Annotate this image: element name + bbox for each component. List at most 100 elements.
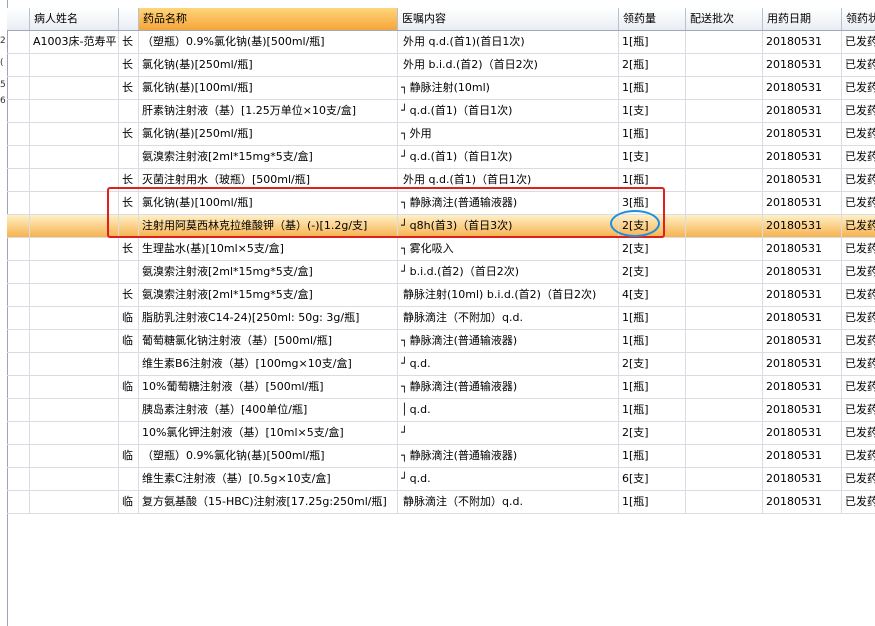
patient-name-cell[interactable] xyxy=(30,491,119,514)
delivery-batch-cell[interactable] xyxy=(686,353,763,376)
order-type-cell[interactable]: 长 xyxy=(119,77,139,100)
status-cell[interactable]: 已发药 xyxy=(842,54,875,77)
header-order-type[interactable] xyxy=(119,8,139,30)
quantity-cell[interactable]: 1[瓶] xyxy=(619,376,686,399)
header-drug-name[interactable]: 药品名称 xyxy=(139,8,398,30)
drug-name-cell[interactable]: 氨溴索注射液[2ml*15mg*5支/盒] xyxy=(139,146,398,169)
table-row[interactable]: 长氯化钠(基)[100ml/瓶] ┐ 静脉滴注(普通输液器) 3[瓶] 20180531… xyxy=(7,192,875,215)
drug-name-cell[interactable]: 氯化钠(基)[250ml/瓶] xyxy=(139,123,398,146)
order-type-cell[interactable]: 临 xyxy=(119,330,139,353)
status-cell[interactable]: 已发药 xyxy=(842,284,875,307)
drug-name-cell[interactable]: 生理盐水(基)[10ml×5支/盒] xyxy=(139,238,398,261)
delivery-batch-cell[interactable] xyxy=(686,422,763,445)
drug-name-cell[interactable]: 维生素C注射液（基）[0.5g×10支/盒] xyxy=(139,468,398,491)
quantity-cell[interactable]: 1[瓶] xyxy=(619,445,686,468)
order-type-cell[interactable]: 长 xyxy=(119,123,139,146)
order-type-cell[interactable]: 长 xyxy=(119,54,139,77)
quantity-cell[interactable]: 1[瓶] xyxy=(619,491,686,514)
order-content-cell[interactable]: ┘ q8h(首3)（首日3次) xyxy=(398,215,619,238)
order-content-cell[interactable]: ┐ 静脉滴注(普通输液器) xyxy=(398,376,619,399)
quantity-cell[interactable]: 1[瓶] xyxy=(619,31,686,54)
quantity-cell[interactable]: 6[支] xyxy=(619,468,686,491)
status-cell[interactable]: 已发药 xyxy=(842,445,875,468)
delivery-batch-cell[interactable] xyxy=(686,468,763,491)
drug-name-cell[interactable]: 葡萄糖氯化钠注射液（基）[500ml/瓶] xyxy=(139,330,398,353)
order-content-cell[interactable]: 外用 b.i.d.(首2)（首日2次) xyxy=(398,54,619,77)
drug-name-cell[interactable]: 维生素B6注射液（基）[100mg×10支/盒] xyxy=(139,353,398,376)
quantity-cell[interactable]: 2[支] xyxy=(619,261,686,284)
order-type-cell[interactable]: 长 xyxy=(119,169,139,192)
row-indicator-cell[interactable] xyxy=(7,169,30,192)
patient-name-cell[interactable] xyxy=(30,146,119,169)
order-type-cell[interactable] xyxy=(119,261,139,284)
status-cell[interactable]: 已发药 xyxy=(842,376,875,399)
header-quantity[interactable]: 领药量 xyxy=(619,8,686,30)
date-cell[interactable]: 20180531 xyxy=(763,261,842,284)
order-type-cell[interactable] xyxy=(119,468,139,491)
date-cell[interactable]: 20180531 xyxy=(763,376,842,399)
row-indicator-cell[interactable] xyxy=(7,123,30,146)
row-indicator-cell[interactable] xyxy=(7,468,30,491)
status-cell[interactable]: 已发药 xyxy=(842,399,875,422)
status-cell[interactable]: 已发药 xyxy=(842,100,875,123)
row-indicator-cell[interactable] xyxy=(7,376,30,399)
quantity-cell[interactable]: 2[瓶] xyxy=(619,54,686,77)
header-delivery-batch[interactable]: 配送批次 xyxy=(686,8,763,30)
patient-name-cell[interactable] xyxy=(30,468,119,491)
order-content-cell[interactable]: ┐ 静脉滴注(普通输液器) xyxy=(398,330,619,353)
patient-name-cell[interactable] xyxy=(30,445,119,468)
order-content-cell[interactable]: │ q.d. xyxy=(398,399,619,422)
drug-name-cell[interactable]: 10%葡萄糖注射液（基）[500ml/瓶] xyxy=(139,376,398,399)
table-row[interactable]: 10%氯化钾注射液（基）[10ml×5支/盒] ┘ 2[支] 20180531 已发药 xyxy=(7,422,875,445)
row-indicator-cell[interactable] xyxy=(7,353,30,376)
patient-name-cell[interactable] xyxy=(30,100,119,123)
table-row[interactable]: 长灭菌注射用水（玻瓶）[500ml/瓶] 外用 q.d.(首1)（首日1次) 1[瓶… xyxy=(7,169,875,192)
row-indicator-cell[interactable] xyxy=(7,422,30,445)
order-content-cell[interactable]: ┘ q.d. xyxy=(398,353,619,376)
quantity-cell[interactable]: 1[瓶] xyxy=(619,77,686,100)
patient-name-cell[interactable] xyxy=(30,422,119,445)
date-cell[interactable]: 20180531 xyxy=(763,123,842,146)
delivery-batch-cell[interactable] xyxy=(686,376,763,399)
order-type-cell[interactable]: 临 xyxy=(119,445,139,468)
status-cell[interactable]: 已发药 xyxy=(842,330,875,353)
patient-name-cell[interactable]: A1003床-范寿平 xyxy=(30,31,119,54)
status-cell[interactable]: 已发药 xyxy=(842,307,875,330)
drug-name-cell[interactable]: （塑瓶）0.9%氯化钠(基)[500ml/瓶] xyxy=(139,31,398,54)
order-type-cell[interactable] xyxy=(119,146,139,169)
date-cell[interactable]: 20180531 xyxy=(763,353,842,376)
status-cell[interactable]: 已发药 xyxy=(842,169,875,192)
status-cell[interactable]: 已发药 xyxy=(842,238,875,261)
order-type-cell[interactable] xyxy=(119,215,139,238)
drug-name-cell[interactable]: 注射用阿莫西林克拉维酸钾（基）(-)[1.2g/支] xyxy=(139,215,398,238)
table-row[interactable]: 长氯化钠(基)[100ml/瓶] ┐ 静脉注射(10ml) 1[瓶] 20180531 已… xyxy=(7,77,875,100)
status-cell[interactable]: 已发药 xyxy=(842,146,875,169)
header-row-indicator[interactable] xyxy=(7,8,30,30)
quantity-cell[interactable]: 4[支] xyxy=(619,284,686,307)
row-indicator-cell[interactable] xyxy=(7,284,30,307)
drug-name-cell[interactable]: 氯化钠(基)[100ml/瓶] xyxy=(139,192,398,215)
table-row[interactable]: 长氯化钠(基)[250ml/瓶] 外用 b.i.d.(首2)（首日2次) 2[瓶] 2… xyxy=(7,54,875,77)
table-row[interactable]: 维生素C注射液（基）[0.5g×10支/盒] ┘ q.d. 6[支] 20180531 已… xyxy=(7,468,875,491)
status-cell[interactable]: 已发药 xyxy=(842,422,875,445)
table-row[interactable]: 维生素B6注射液（基）[100mg×10支/盒] ┘ q.d. 2[支] 2018053… xyxy=(7,353,875,376)
table-row[interactable]: 注射用阿莫西林克拉维酸钾（基）(-)[1.2g/支] ┘ q8h(首3)（首日3次)… xyxy=(7,215,875,238)
table-row[interactable]: 氨溴索注射液[2ml*15mg*5支/盒] ┘ b.i.d.(首2)（首日2次) 2[… xyxy=(7,261,875,284)
date-cell[interactable]: 20180531 xyxy=(763,100,842,123)
status-cell[interactable]: 已发药 xyxy=(842,353,875,376)
date-cell[interactable]: 20180531 xyxy=(763,238,842,261)
date-cell[interactable]: 20180531 xyxy=(763,468,842,491)
delivery-batch-cell[interactable] xyxy=(686,399,763,422)
status-cell[interactable]: 已发药 xyxy=(842,468,875,491)
row-indicator-cell[interactable] xyxy=(7,77,30,100)
date-cell[interactable]: 20180531 xyxy=(763,399,842,422)
drug-name-cell[interactable]: 10%氯化钾注射液（基）[10ml×5支/盒] xyxy=(139,422,398,445)
delivery-batch-cell[interactable] xyxy=(686,192,763,215)
order-content-cell[interactable]: ┐ 雾化吸入 xyxy=(398,238,619,261)
date-cell[interactable]: 20180531 xyxy=(763,54,842,77)
drug-name-cell[interactable]: 脂肪乳注射液C14-24)[250ml: 50g: 3g/瓶] xyxy=(139,307,398,330)
status-cell[interactable]: 已发药 xyxy=(842,123,875,146)
order-content-cell[interactable]: ┘ q.d.(首1)（首日1次) xyxy=(398,100,619,123)
table-row[interactable]: 长氯化钠(基)[250ml/瓶] ┐ 外用 1[瓶] 20180531 已发药 xyxy=(7,123,875,146)
delivery-batch-cell[interactable] xyxy=(686,261,763,284)
